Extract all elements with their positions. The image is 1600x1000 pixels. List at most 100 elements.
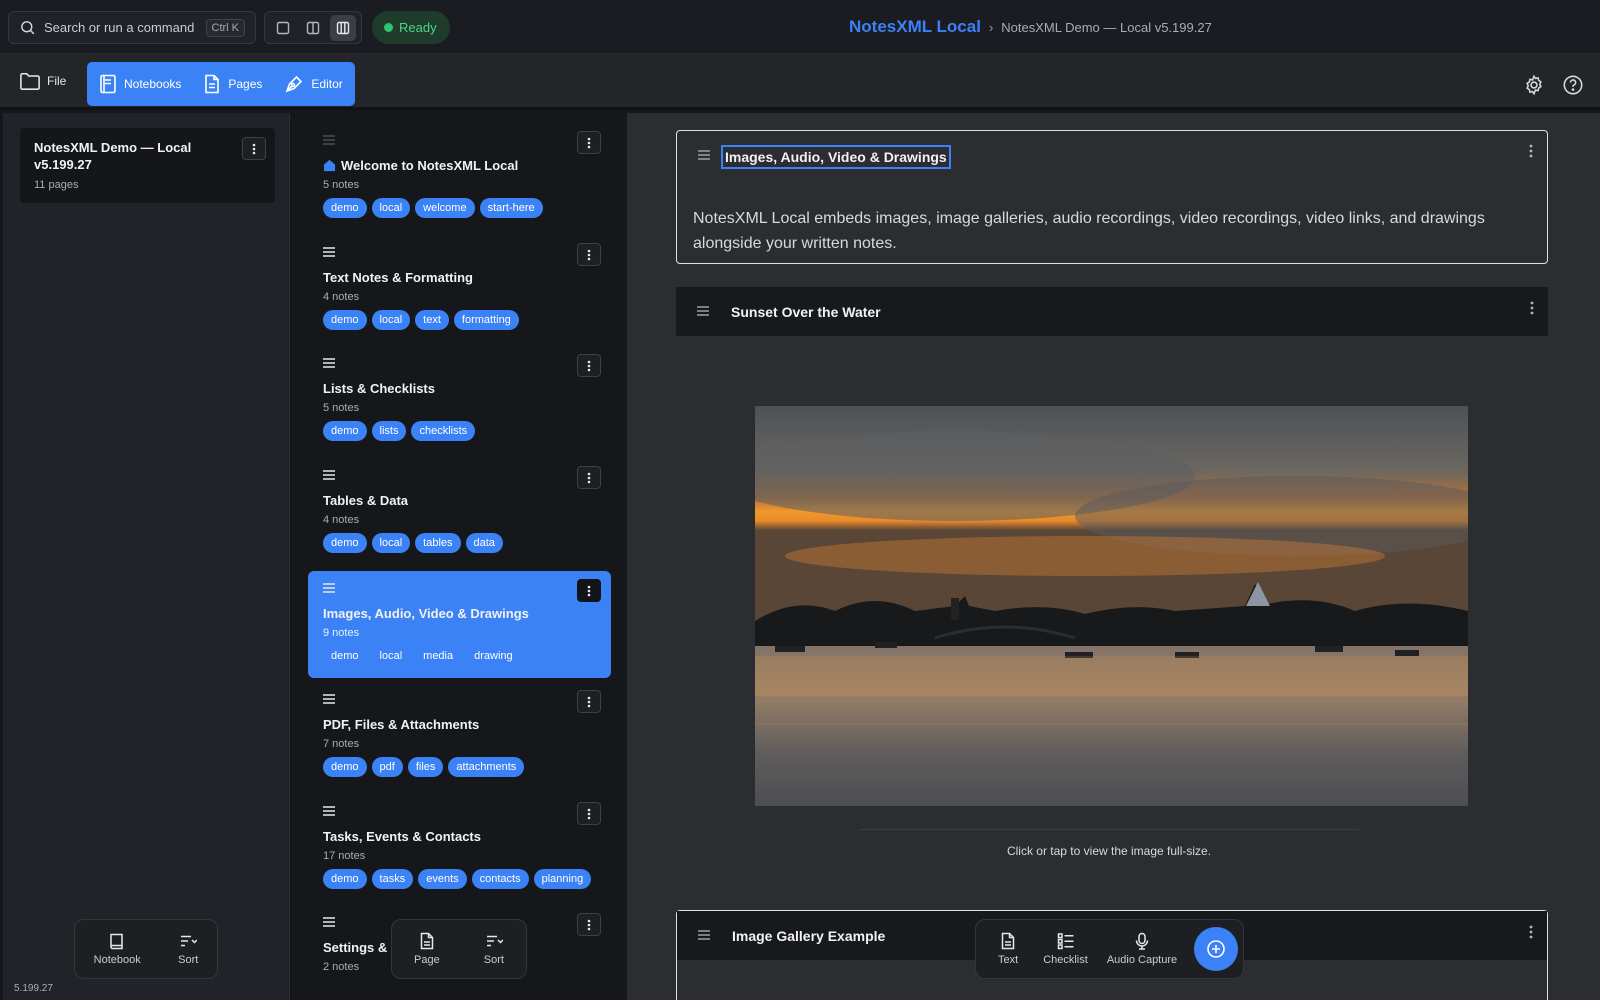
editor-button[interactable]: Editor <box>284 74 343 94</box>
page-list-item[interactable]: Text Notes & Formatting 4 notes demo local t… <box>308 235 611 342</box>
page-menu-button[interactable] <box>577 131 601 154</box>
tag-chip[interactable]: demo <box>323 869 367 889</box>
tag-chip[interactable]: demo <box>323 198 367 218</box>
tag-chip[interactable]: attachments <box>448 757 525 777</box>
page-list-item[interactable]: Lists & Checklists 5 notes demo lists checkl… <box>308 346 611 453</box>
tag-chip[interactable]: checklists <box>411 421 476 441</box>
tag-chip[interactable]: lists <box>371 421 407 441</box>
sort-icon <box>486 935 503 947</box>
tag-chip[interactable]: demo <box>323 757 367 777</box>
add-note-bar: Text Checklist Audio Capture <box>975 919 1244 979</box>
drag-handle-icon <box>323 135 335 145</box>
header-block[interactable]: Images, Audio, Video & Drawings NotesXML… <box>676 130 1548 264</box>
drag-handle[interactable] <box>323 358 596 372</box>
single-pane-icon <box>276 21 290 34</box>
tag-list: demo local tables data <box>323 533 596 553</box>
notebooks-button[interactable]: Notebooks <box>99 74 181 94</box>
drag-handle[interactable] <box>323 247 596 261</box>
tag-chip[interactable]: pdf <box>371 757 403 777</box>
tag-chip[interactable]: planning <box>533 869 592 889</box>
tag-list: demo local text formatting <box>323 310 596 330</box>
tag-chip[interactable]: start-here <box>479 198 543 218</box>
new-notebook-button[interactable]: Notebook <box>94 932 141 966</box>
drag-handle-icon <box>323 358 335 368</box>
sort-pages-button[interactable]: Sort <box>484 932 504 966</box>
block-menu-button[interactable] <box>1530 301 1534 315</box>
tag-chip[interactable]: demo <box>323 310 367 330</box>
page-list-item[interactable]: Tasks, Events & Contacts 17 notes demo task… <box>308 794 611 901</box>
tag-chip[interactable]: local <box>371 310 411 330</box>
block-menu-button[interactable] <box>1529 925 1533 939</box>
tag-chip[interactable]: files <box>407 757 444 777</box>
single-pane-button[interactable] <box>270 15 296 41</box>
block-menu-button[interactable] <box>1529 144 1533 158</box>
tag-chip[interactable]: tasks <box>371 869 414 889</box>
tag-chip[interactable]: text <box>415 310 449 330</box>
status-dot <box>384 23 393 32</box>
tag-chip[interactable]: contacts <box>471 869 529 889</box>
block-body-text[interactable]: NotesXML Local embeds images, image gall… <box>693 206 1493 256</box>
page-title: Tasks, Events & Contacts <box>323 829 596 844</box>
page-menu-button[interactable] <box>577 579 601 602</box>
notebook-menu-button[interactable] <box>242 137 266 160</box>
help-button[interactable] <box>1562 74 1584 96</box>
new-page-button[interactable]: Page <box>414 932 440 966</box>
page-list-item[interactable]: Welcome to NotesXML Local 5 notes demo loca… <box>308 123 611 230</box>
tag-chip[interactable]: events <box>418 869 467 889</box>
add-note-button[interactable] <box>1194 927 1239 971</box>
gear-icon <box>1526 74 1542 96</box>
page-title-text: Tasks, Events & Contacts <box>323 829 481 844</box>
page-list-item[interactable]: PDF, Files & Attachments 7 notes demo pdf fi… <box>308 682 611 789</box>
drag-handle[interactable] <box>323 694 596 708</box>
block-title-input[interactable]: Images, Audio, Video & Drawings <box>721 145 951 169</box>
tag-list: demo local welcome start-here <box>323 198 596 218</box>
page-action-label: Page <box>414 954 440 966</box>
two-pane-button[interactable] <box>300 15 326 41</box>
tag-chip[interactable]: media <box>415 646 461 666</box>
drag-handle[interactable] <box>323 135 596 149</box>
sort-notebooks-button[interactable]: Sort <box>178 932 198 966</box>
tag-chip[interactable]: demo <box>323 533 367 553</box>
drag-handle[interactable] <box>323 583 596 597</box>
image-block[interactable]: Sunset Over the Water Click or tap to vi… <box>676 287 1548 987</box>
drag-handle[interactable] <box>323 470 596 484</box>
tag-chip[interactable]: demo <box>323 646 367 666</box>
drag-handle[interactable] <box>698 930 710 940</box>
page-menu-button[interactable] <box>577 466 601 489</box>
tag-chip[interactable]: formatting <box>453 310 519 330</box>
tag-chip[interactable]: local <box>371 198 411 218</box>
checklist-icon <box>1057 933 1073 950</box>
page-list-item[interactable]: Tables & Data 4 notes demo local tables data <box>308 458 611 565</box>
tag-chip[interactable]: local <box>371 533 411 553</box>
notebook-card[interactable]: NotesXML Demo — Local v5.199.27 11 pages <box>20 128 275 203</box>
drag-handle[interactable] <box>323 806 596 820</box>
tag-chip[interactable]: welcome <box>415 198 475 218</box>
page-menu-button[interactable] <box>577 690 601 713</box>
add-checklist-button[interactable]: Checklist <box>1043 932 1088 966</box>
add-audio-button[interactable]: Audio Capture <box>1107 932 1177 966</box>
tag-chip[interactable]: drawing <box>466 646 521 666</box>
kebab-icon <box>587 808 591 819</box>
command-search[interactable]: Search or run a command Ctrl K <box>8 11 256 44</box>
pages-button[interactable]: Pages <box>203 74 262 94</box>
page-menu-button[interactable] <box>577 354 601 377</box>
add-text-button[interactable]: Text <box>998 932 1018 966</box>
settings-button[interactable] <box>1523 74 1545 96</box>
tag-list: demo tasks events contacts planning <box>323 869 596 889</box>
tag-chip[interactable]: tables <box>415 533 461 553</box>
app-name-link[interactable]: NotesXML Local <box>849 17 981 37</box>
three-pane-button[interactable] <box>330 14 356 41</box>
tag-chip[interactable]: demo <box>323 421 367 441</box>
page-menu-button[interactable] <box>577 913 601 936</box>
page-menu-button[interactable] <box>577 802 601 825</box>
page-menu-button[interactable] <box>577 243 601 266</box>
page-list-item[interactable]: Images, Audio, Video & Drawings 9 notes de… <box>308 571 611 678</box>
notebook-actions-bar: Notebook Sort <box>74 919 218 979</box>
page-actions-bar: Page Sort <box>391 919 527 979</box>
sunset-image[interactable] <box>755 406 1468 806</box>
drag-handle[interactable] <box>697 306 709 316</box>
drag-handle[interactable] <box>698 150 710 160</box>
file-button[interactable]: File <box>19 71 66 91</box>
tag-chip[interactable]: local <box>372 646 411 666</box>
tag-chip[interactable]: data <box>465 533 503 553</box>
